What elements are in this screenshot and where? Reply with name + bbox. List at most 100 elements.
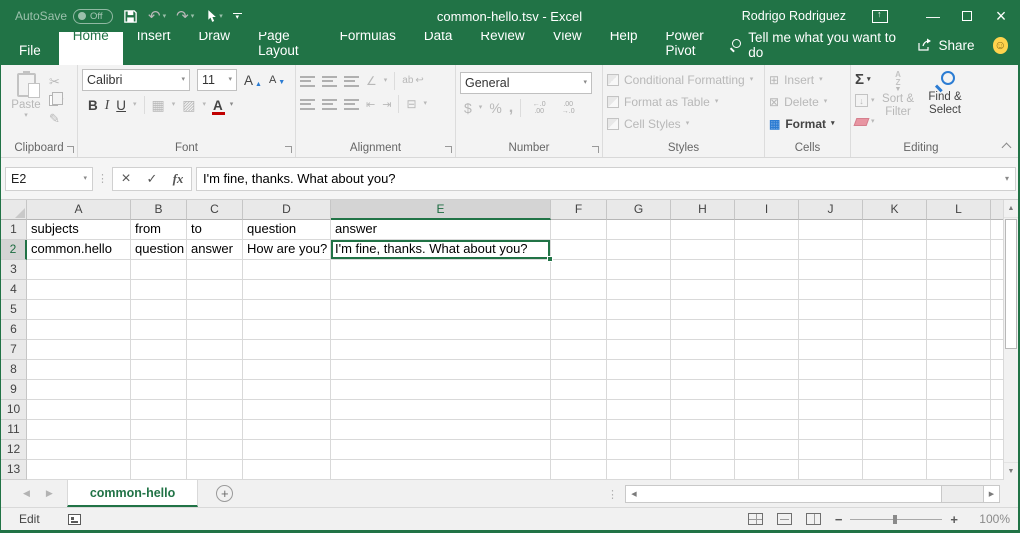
clear-button[interactable]: ▾	[855, 113, 875, 130]
conditional-formatting-button[interactable]: Conditional Formatting▾	[607, 69, 760, 90]
cell-G7[interactable]	[607, 340, 671, 360]
cell-H13[interactable]	[671, 460, 735, 480]
column-header-j[interactable]: J	[799, 200, 863, 220]
feedback-smiley-icon[interactable]: ☺	[993, 37, 1009, 54]
cell-G11[interactable]	[607, 420, 671, 440]
vertical-scroll-thumb[interactable]	[1005, 219, 1017, 349]
column-header-d[interactable]: D	[243, 200, 331, 220]
cell-I2[interactable]	[735, 240, 799, 260]
horizontal-scroll-track[interactable]	[942, 486, 983, 502]
cell-H8[interactable]	[671, 360, 735, 380]
row-header-2[interactable]: 2	[1, 240, 27, 260]
fill-color-chevron[interactable]: ▾	[203, 102, 207, 108]
formula-bar-grip[interactable]: ⋮	[97, 172, 108, 185]
alignment-dialog-launcher[interactable]	[445, 146, 452, 153]
cut-button[interactable]: ✂	[49, 75, 64, 89]
cell-E7[interactable]	[331, 340, 551, 360]
cell-G5[interactable]	[607, 300, 671, 320]
cell-C10[interactable]	[187, 400, 243, 420]
confirm-entry-button[interactable]: ✓	[139, 171, 165, 187]
page-layout-view-button[interactable]	[777, 513, 792, 525]
sheet-tab-common-hello[interactable]: common-hello	[67, 480, 198, 507]
select-all-button[interactable]	[1, 200, 27, 220]
row-header-13[interactable]: 13	[1, 460, 27, 480]
cell-H4[interactable]	[671, 280, 735, 300]
cell-I4[interactable]	[735, 280, 799, 300]
cell-E8[interactable]	[331, 360, 551, 380]
cell-K9[interactable]	[863, 380, 927, 400]
cell-J1[interactable]	[799, 220, 863, 240]
cell-J5[interactable]	[799, 300, 863, 320]
tab-splitter-grip[interactable]: ⋮	[607, 488, 618, 501]
wrap-text-button[interactable]: ab↩	[402, 74, 424, 88]
cell-F6[interactable]	[551, 320, 607, 340]
font-family-combo[interactable]: Calibri▾	[82, 69, 190, 91]
cell-I6[interactable]	[735, 320, 799, 340]
cell-H12[interactable]	[671, 440, 735, 460]
merge-center-button[interactable]: ⊟	[406, 97, 416, 111]
cell-L3[interactable]	[927, 260, 991, 280]
name-box[interactable]: E2▾	[5, 167, 93, 191]
cell-K8[interactable]	[863, 360, 927, 380]
column-header-c[interactable]: C	[187, 200, 243, 220]
cell-K5[interactable]	[863, 300, 927, 320]
cell-A2[interactable]: common.hello	[27, 240, 131, 260]
cell-K3[interactable]	[863, 260, 927, 280]
shrink-font-button[interactable]: A▼	[269, 74, 285, 86]
cell-C8[interactable]	[187, 360, 243, 380]
maximize-button[interactable]	[950, 0, 984, 32]
collapse-ribbon-button[interactable]	[1002, 143, 1012, 153]
cell-F1[interactable]	[551, 220, 607, 240]
delete-cells-button[interactable]: ⊠Delete▾	[769, 91, 846, 112]
cell-C9[interactable]	[187, 380, 243, 400]
cell-K2[interactable]	[863, 240, 927, 260]
cell-J2[interactable]	[799, 240, 863, 260]
cell-A13[interactable]	[27, 460, 131, 480]
insert-function-button[interactable]: fx	[165, 171, 191, 187]
cell-I7[interactable]	[735, 340, 799, 360]
cell-H2[interactable]	[671, 240, 735, 260]
cell-B6[interactable]	[131, 320, 187, 340]
cell-F4[interactable]	[551, 280, 607, 300]
normal-view-button[interactable]	[748, 513, 763, 525]
cell-A7[interactable]	[27, 340, 131, 360]
cell-L1[interactable]	[927, 220, 991, 240]
cell-J12[interactable]	[799, 440, 863, 460]
cell-I5[interactable]	[735, 300, 799, 320]
cell-H11[interactable]	[671, 420, 735, 440]
sort-filter-button[interactable]: AZ ▼ Sort & Filter	[875, 69, 922, 139]
cell-H1[interactable]	[671, 220, 735, 240]
cell-G2[interactable]	[607, 240, 671, 260]
cell-J11[interactable]	[799, 420, 863, 440]
user-name[interactable]: Rodrigo Rodriguez	[742, 9, 846, 23]
borders-chevron[interactable]: ▾	[172, 102, 176, 108]
cell-B4[interactable]	[131, 280, 187, 300]
cell-K10[interactable]	[863, 400, 927, 420]
orientation-chevron[interactable]: ▾	[384, 78, 388, 84]
align-right-button[interactable]	[344, 99, 359, 110]
cell-I3[interactable]	[735, 260, 799, 280]
cell-I8[interactable]	[735, 360, 799, 380]
cell-D1[interactable]: question	[243, 220, 331, 240]
increase-decimal-button[interactable]: ←.0 .00	[528, 101, 550, 115]
save-button[interactable]	[123, 9, 138, 24]
cell-K13[interactable]	[863, 460, 927, 480]
row-header-12[interactable]: 12	[1, 440, 27, 460]
cell-H6[interactable]	[671, 320, 735, 340]
align-left-button[interactable]	[300, 99, 315, 110]
zoom-percentage[interactable]: 100%	[972, 512, 1010, 526]
row-header-8[interactable]: 8	[1, 360, 27, 380]
currency-chevron[interactable]: ▾	[479, 105, 483, 111]
cell-J13[interactable]	[799, 460, 863, 480]
macro-record-icon[interactable]	[68, 514, 81, 525]
cell-J7[interactable]	[799, 340, 863, 360]
cell-D8[interactable]	[243, 360, 331, 380]
format-cells-button[interactable]: ▦Format▾	[769, 113, 846, 134]
row-header-11[interactable]: 11	[1, 420, 27, 440]
cell-E6[interactable]	[331, 320, 551, 340]
column-header-i[interactable]: I	[735, 200, 799, 220]
touch-mouse-mode-button[interactable]: ▾	[204, 9, 223, 24]
number-dialog-launcher[interactable]	[592, 146, 599, 153]
row-header-4[interactable]: 4	[1, 280, 27, 300]
row-header-6[interactable]: 6	[1, 320, 27, 340]
